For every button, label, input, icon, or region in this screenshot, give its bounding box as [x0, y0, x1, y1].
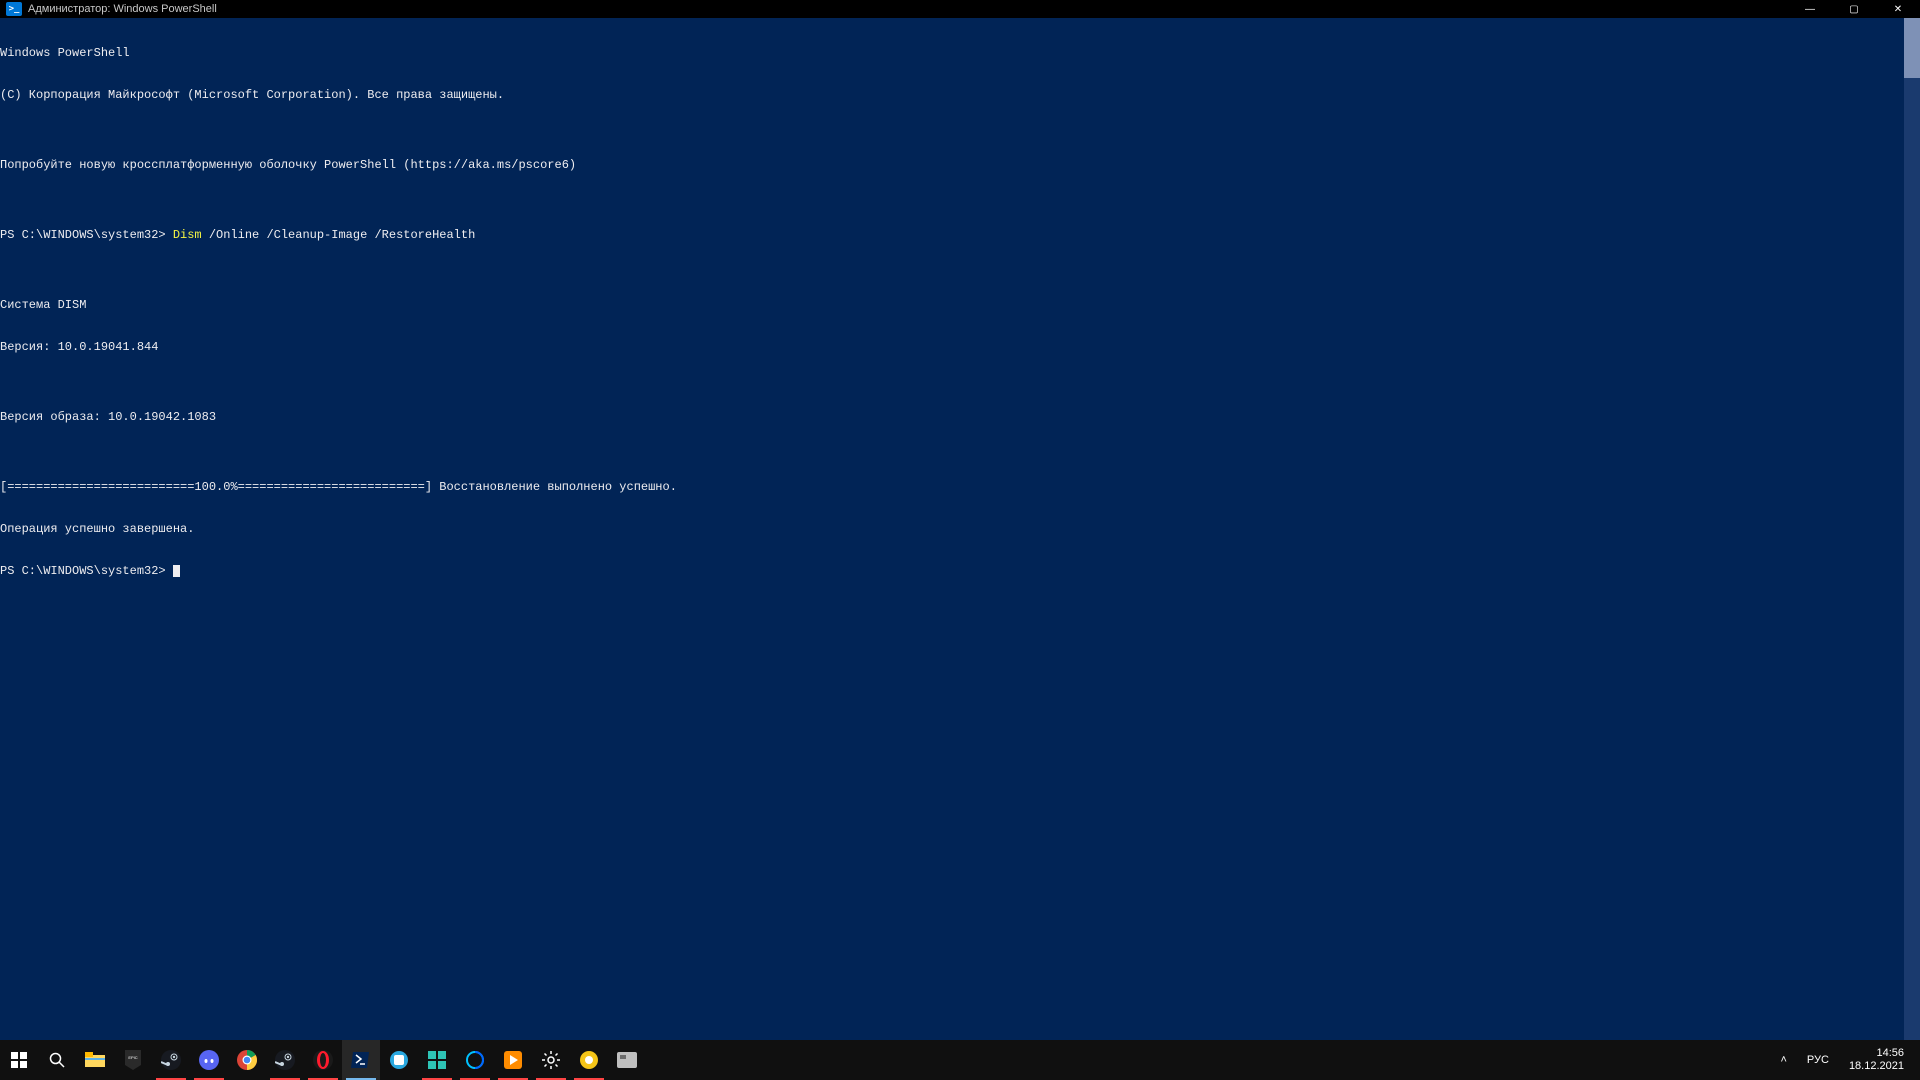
gear-icon [542, 1051, 560, 1069]
steam-icon [161, 1050, 181, 1070]
epic-icon: EPIC [124, 1050, 142, 1070]
steam-icon [275, 1050, 295, 1070]
language-indicator[interactable]: РУС [1801, 1054, 1835, 1066]
command-args: /Online /Cleanup-Image /RestoreHealth [202, 228, 476, 242]
opera-icon [313, 1050, 333, 1070]
minimize-button[interactable]: — [1788, 0, 1832, 18]
powershell-icon: >_ [6, 2, 22, 16]
console-prompt-line: PS C:\WINDOWS\system32> Dism /Online /Cl… [0, 228, 1920, 242]
taskbar-steam[interactable] [152, 1040, 190, 1080]
start-button[interactable] [0, 1040, 38, 1080]
windows-icon [11, 1052, 27, 1068]
console-line: Попробуйте новую кроссплатформенную обол… [0, 158, 1920, 172]
command-name: Dism [173, 228, 202, 242]
taskbar-steam-2[interactable] [266, 1040, 304, 1080]
taskbar-media-player[interactable] [494, 1040, 532, 1080]
search-button[interactable] [38, 1040, 76, 1080]
taskbar-app-blue[interactable] [380, 1040, 418, 1080]
taskbar-settings[interactable] [532, 1040, 570, 1080]
console-line: Система DISM [0, 298, 1920, 312]
systray-overflow-button[interactable]: ˄ [1774, 1054, 1792, 1066]
chrome-icon [237, 1050, 257, 1070]
taskbar-app-teal[interactable] [418, 1040, 456, 1080]
clock-time: 14:56 [1849, 1047, 1904, 1060]
powershell-icon [351, 1052, 371, 1068]
maximize-button[interactable]: ▢ [1832, 0, 1876, 18]
console-area[interactable]: Windows PowerShell (C) Корпорация Майкро… [0, 18, 1920, 1040]
taskbar-epic-games[interactable]: EPIC [114, 1040, 152, 1080]
close-button[interactable]: ✕ [1876, 0, 1920, 18]
prompt: PS C:\WINDOWS\system32> [0, 228, 173, 242]
taskbar-powershell[interactable] [342, 1040, 380, 1080]
play-icon [504, 1051, 522, 1069]
taskbar[interactable]: EPIC [0, 1040, 1920, 1080]
prompt: PS C:\WINDOWS\system32> [0, 564, 166, 578]
app-icon [389, 1050, 409, 1070]
console-line: Windows PowerShell [0, 46, 1920, 60]
powershell-window: >_ Администратор: Windows PowerShell — ▢… [0, 0, 1920, 1040]
console-line: Операция успешно завершена. [0, 522, 1920, 536]
taskbar-app-orange[interactable] [570, 1040, 608, 1080]
console-line: (C) Корпорация Майкрософт (Microsoft Cor… [0, 88, 1920, 102]
search-icon [49, 1052, 65, 1068]
taskbar-file-explorer[interactable] [76, 1040, 114, 1080]
grid-icon [428, 1051, 446, 1069]
console-line: Версия: 10.0.19041.844 [0, 340, 1920, 354]
scrollbar-thumb[interactable] [1904, 18, 1920, 78]
console-line: Версия образа: 10.0.19042.1083 [0, 410, 1920, 424]
c-ring-icon [465, 1050, 485, 1070]
taskbar-app-c[interactable] [456, 1040, 494, 1080]
console-line: [==========================100.0%=======… [0, 480, 1920, 494]
folder-icon [85, 1052, 105, 1068]
clock-date: 18.12.2021 [1849, 1060, 1904, 1073]
taskbar-discord[interactable] [190, 1040, 228, 1080]
app-icon [579, 1050, 599, 1070]
clock[interactable]: 14:56 18.12.2021 [1843, 1047, 1910, 1073]
discord-icon [199, 1050, 219, 1070]
console-prompt-line: PS C:\WINDOWS\system32> [0, 564, 1920, 578]
text-cursor [173, 565, 180, 577]
svg-text:EPIC: EPIC [128, 1055, 137, 1060]
app-icon [617, 1052, 637, 1068]
window-title: Администратор: Windows PowerShell [28, 3, 1788, 15]
taskbar-app-gray[interactable] [608, 1040, 646, 1080]
scrollbar[interactable] [1904, 18, 1920, 1040]
taskbar-opera[interactable] [304, 1040, 342, 1080]
titlebar[interactable]: >_ Администратор: Windows PowerShell — ▢… [0, 0, 1920, 18]
systray: ˄ РУС 14:56 18.12.2021 [1764, 1040, 1920, 1080]
taskbar-chrome[interactable] [228, 1040, 266, 1080]
